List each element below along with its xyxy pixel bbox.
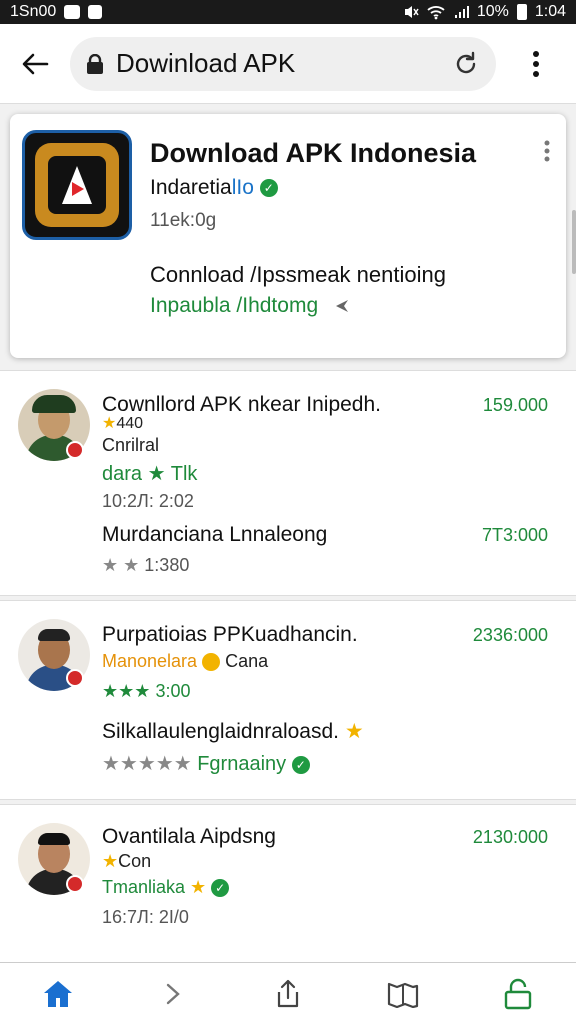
star-icon: ★★★ (102, 681, 151, 701)
list-item[interactable]: Ovantilala Aipdsng 2130:000 ★Con Tmanlia… (0, 804, 576, 964)
star-icon: ★ (147, 463, 166, 485)
share-arrow-icon (335, 300, 348, 313)
item-price: 2130:000 (472, 827, 548, 847)
nav-share-button[interactable] (258, 969, 318, 1019)
nav-unlock-button[interactable] (488, 969, 548, 1019)
status-bar: 1Sn00 10% 1:04 (0, 0, 576, 24)
verified-icon: ✓ (291, 755, 310, 774)
item-title: Ovantilala Aipdsng (102, 825, 276, 848)
book-icon (388, 982, 419, 1008)
mute-icon (404, 6, 419, 18)
more-vert-icon (533, 50, 539, 77)
item-price: 2336:000 (472, 625, 548, 645)
item-rating: ★440 (102, 415, 144, 432)
featured-link[interactable]: Inpaubla /Ihdtomg (150, 294, 350, 318)
featured-developer: IndaretialIo ✓ (150, 176, 278, 200)
item-rating-count: ★ ★ 1:380 (102, 555, 190, 575)
battery-icon (516, 4, 527, 20)
bottom-navigation (0, 962, 576, 1024)
share-icon (277, 979, 299, 1007)
play-logo-icon (62, 166, 92, 204)
status-badge (66, 875, 84, 893)
gallery-icon (64, 5, 81, 19)
featured-title: Download APK Indonesia (150, 138, 477, 168)
clock: 1:04 (534, 3, 566, 20)
star-icon: ★ (102, 415, 117, 432)
item-developer: Tmanliaka ★ ✓ (102, 877, 230, 898)
browser-toolbar: Dowinload APK (0, 24, 576, 104)
list-item[interactable]: Purpatioias PPKuadhancin. 2336:000 Manon… (0, 600, 576, 800)
status-badge (66, 669, 84, 687)
item-description: Murdanciana Lnnaleong (102, 523, 328, 546)
wifi-icon (427, 6, 445, 20)
item-description: Silkallaulenglaidnraloasd. ★ (102, 720, 364, 743)
signal-icon (454, 6, 469, 18)
url-text: Dowinload APK (116, 48, 296, 78)
item-desc-price: 7Т3:000 (481, 525, 548, 545)
featured-meta: 11ek:0g (150, 210, 217, 231)
item-title: Purpatioias PPKuadhancin. (102, 623, 358, 646)
back-button[interactable] (0, 24, 70, 104)
app-icon (22, 130, 132, 240)
featured-description: Connload /Ipssmeak nentioing (150, 262, 446, 287)
item-time: 10:2Л: 2:02 (102, 491, 194, 511)
nav-bookmarks-button[interactable] (373, 969, 433, 1019)
card-more-button[interactable] (544, 140, 550, 167)
home-icon (43, 980, 72, 1007)
item-developer: Manonelara Cana (102, 651, 269, 672)
coin-icon (202, 653, 221, 672)
verified-icon: ✓ (211, 879, 230, 898)
item-rating: ★Con (102, 851, 152, 871)
star-icon: ★ (102, 851, 119, 871)
more-menu-button[interactable] (496, 24, 576, 104)
list-item[interactable]: Cownllord APK nkear Inipedh. 159.000 ★44… (0, 370, 576, 596)
address-bar[interactable]: Dowinload APK (70, 36, 496, 91)
reload-icon[interactable] (452, 50, 480, 78)
item-price: 159.000 (482, 395, 548, 415)
nav-home-button[interactable] (28, 969, 88, 1019)
unlock-icon (505, 978, 532, 1009)
star-rating-icon: ★★★★★ (102, 753, 192, 775)
battery-text: 10% (476, 3, 509, 20)
verified-icon: ✓ (259, 179, 278, 198)
item-time: 16:7Л: 2І/0 (102, 907, 189, 927)
arrow-left-icon (22, 53, 49, 74)
lock-icon (87, 53, 103, 74)
item-category: Cnrilral (102, 435, 160, 455)
scrollbar[interactable] (572, 210, 576, 274)
nav-forward-button[interactable] (143, 969, 203, 1019)
star-icon: ★ (190, 877, 207, 897)
star-icon: ★ (344, 720, 364, 743)
more-vert-icon (544, 140, 550, 162)
star-icon: ★ ★ (102, 555, 140, 575)
item-rating: ★★★ 3:00 (102, 681, 191, 701)
status-text: 1Sn00 (10, 3, 57, 20)
notification-icon (88, 5, 103, 19)
status-badge (66, 441, 84, 459)
featured-app-card[interactable]: Download APK Indonesia IndaretialIo ✓ 11… (10, 114, 566, 358)
item-title: Cownllord APK nkear Inipedh. (102, 393, 381, 416)
chevron-right-icon (166, 983, 180, 1004)
item-verified: ★★★★★ Fgrnaainy ✓ (102, 751, 310, 776)
item-tag: dara ★ Tlk (102, 463, 198, 485)
